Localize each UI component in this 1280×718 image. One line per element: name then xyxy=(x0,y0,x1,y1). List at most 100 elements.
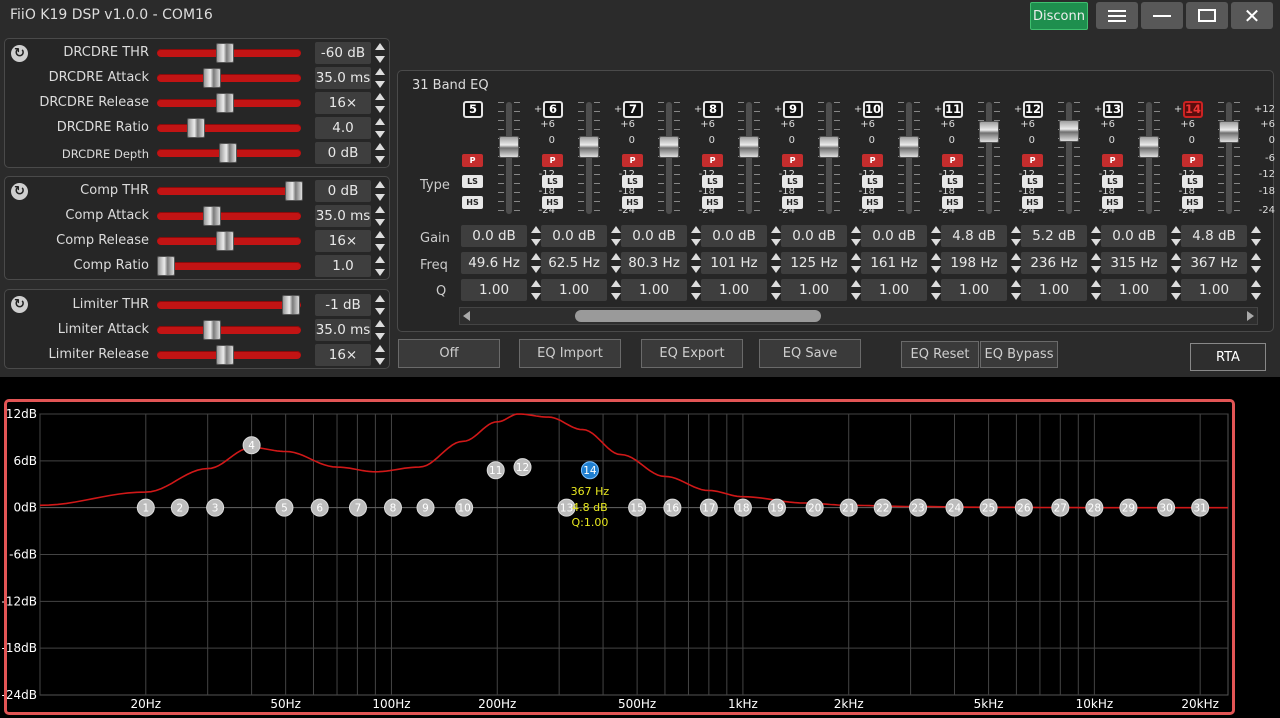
spin-buttons[interactable] xyxy=(931,279,941,301)
spin-down-icon[interactable] xyxy=(531,239,541,246)
band-number-badge[interactable]: 13 xyxy=(1103,101,1123,118)
value-field[interactable]: 4.0 xyxy=(315,117,371,139)
spin-down-icon[interactable] xyxy=(931,266,941,273)
spin-down-icon[interactable] xyxy=(1251,293,1261,300)
slider-track[interactable] xyxy=(157,295,301,315)
spin-buttons[interactable] xyxy=(691,225,701,247)
spin-down-icon[interactable] xyxy=(375,219,385,226)
spin-down-icon[interactable] xyxy=(375,56,385,63)
gain-slider-thumb[interactable] xyxy=(1219,121,1239,144)
spin-up-icon[interactable] xyxy=(611,280,621,287)
band-gain-field[interactable]: 0.0 dB xyxy=(541,225,607,247)
band-freq-field[interactable]: 367 Hz xyxy=(1181,252,1247,274)
spin-down-icon[interactable] xyxy=(1011,239,1021,246)
gain-slider-thumb[interactable] xyxy=(739,136,759,159)
slider-thumb[interactable] xyxy=(284,181,303,201)
spin-down-icon[interactable] xyxy=(375,333,385,340)
spin-buttons[interactable] xyxy=(1091,225,1101,247)
spin-down-icon[interactable] xyxy=(611,266,621,273)
value-field[interactable]: 35.0 ms xyxy=(315,319,371,341)
spin-buttons[interactable] xyxy=(931,225,941,247)
type-highshelf-button[interactable]: HS xyxy=(862,196,883,209)
spin-up-icon[interactable] xyxy=(611,226,621,233)
eq-reset-button[interactable]: EQ Reset xyxy=(901,341,979,368)
spin-buttons[interactable] xyxy=(375,92,385,114)
spin-down-icon[interactable] xyxy=(375,358,385,365)
eq-save-button[interactable]: EQ Save xyxy=(759,339,861,368)
spin-up-icon[interactable] xyxy=(375,181,385,188)
slider-track[interactable] xyxy=(157,118,301,138)
spin-down-icon[interactable] xyxy=(771,293,781,300)
gain-slider-thumb[interactable] xyxy=(899,136,919,159)
type-lowshelf-button[interactable]: LS xyxy=(542,175,563,188)
spin-down-icon[interactable] xyxy=(851,239,861,246)
spin-up-icon[interactable] xyxy=(375,320,385,327)
slider-track[interactable] xyxy=(157,143,301,163)
scroll-thumb[interactable] xyxy=(575,310,821,322)
type-highshelf-button[interactable]: HS xyxy=(782,196,803,209)
band-number-badge[interactable]: 10 xyxy=(863,101,883,118)
spin-down-icon[interactable] xyxy=(375,269,385,276)
type-peak-button[interactable]: P xyxy=(862,154,883,167)
scroll-right-icon[interactable] xyxy=(1247,311,1254,321)
spin-buttons[interactable] xyxy=(611,252,621,274)
spin-up-icon[interactable] xyxy=(851,253,861,260)
gain-slider-thumb[interactable] xyxy=(1059,120,1079,143)
spin-buttons[interactable] xyxy=(771,225,781,247)
slider-thumb[interactable] xyxy=(215,43,234,63)
value-field[interactable]: 16× xyxy=(315,230,371,252)
band-freq-field[interactable]: 62.5 Hz xyxy=(541,252,607,274)
spin-down-icon[interactable] xyxy=(1091,239,1101,246)
band-gain-field[interactable]: 0.0 dB xyxy=(621,225,687,247)
spin-up-icon[interactable] xyxy=(851,280,861,287)
spin-up-icon[interactable] xyxy=(691,253,701,260)
disconnect-button[interactable]: Disconn xyxy=(1030,2,1088,30)
eq-horizontal-scrollbar[interactable] xyxy=(459,307,1258,325)
close-icon[interactable]: ✕ xyxy=(1231,2,1273,29)
band-gain-field[interactable]: 0.0 dB xyxy=(781,225,847,247)
spin-up-icon[interactable] xyxy=(375,118,385,125)
band-number-badge[interactable]: 11 xyxy=(943,101,963,118)
spin-up-icon[interactable] xyxy=(1251,226,1261,233)
spin-down-icon[interactable] xyxy=(1091,266,1101,273)
off-button[interactable]: Off xyxy=(398,339,500,368)
value-field[interactable]: 16× xyxy=(315,92,371,114)
spin-down-icon[interactable] xyxy=(375,194,385,201)
band-number-badge[interactable]: 12 xyxy=(1023,101,1043,118)
type-peak-button[interactable]: P xyxy=(782,154,803,167)
band-freq-field[interactable]: 80.3 Hz xyxy=(621,252,687,274)
spin-up-icon[interactable] xyxy=(931,280,941,287)
slider-thumb[interactable] xyxy=(215,345,234,365)
band-q-field[interactable]: 1.00 xyxy=(621,279,687,301)
spin-down-icon[interactable] xyxy=(851,293,861,300)
spin-buttons[interactable] xyxy=(375,255,385,277)
type-highshelf-button[interactable]: HS xyxy=(1182,196,1203,209)
band-gain-field[interactable]: 0.0 dB xyxy=(861,225,927,247)
spin-down-icon[interactable] xyxy=(1011,266,1021,273)
spin-up-icon[interactable] xyxy=(375,256,385,263)
type-peak-button[interactable]: P xyxy=(542,154,563,167)
band-freq-field[interactable]: 236 Hz xyxy=(1021,252,1087,274)
spin-buttons[interactable] xyxy=(1011,252,1021,274)
slider-track[interactable] xyxy=(157,68,301,88)
type-peak-button[interactable]: P xyxy=(1102,154,1123,167)
band-q-field[interactable]: 1.00 xyxy=(1021,279,1087,301)
spin-buttons[interactable] xyxy=(375,205,385,227)
gain-slider-thumb[interactable] xyxy=(979,121,999,144)
gain-slider-track[interactable] xyxy=(1058,102,1080,214)
spin-up-icon[interactable] xyxy=(375,206,385,213)
type-peak-button[interactable]: P xyxy=(1182,154,1203,167)
band-freq-field[interactable]: 49.6 Hz xyxy=(461,252,527,274)
spin-up-icon[interactable] xyxy=(1091,280,1101,287)
slider-thumb[interactable] xyxy=(202,68,221,88)
spin-buttons[interactable] xyxy=(1011,225,1021,247)
spin-down-icon[interactable] xyxy=(691,293,701,300)
spin-up-icon[interactable] xyxy=(375,68,385,75)
slider-track[interactable] xyxy=(157,43,301,63)
scroll-left-icon[interactable] xyxy=(463,311,470,321)
spin-buttons[interactable] xyxy=(1171,279,1181,301)
spin-down-icon[interactable] xyxy=(851,266,861,273)
spin-down-icon[interactable] xyxy=(771,239,781,246)
type-lowshelf-button[interactable]: LS xyxy=(462,175,483,188)
type-highshelf-button[interactable]: HS xyxy=(1102,196,1123,209)
